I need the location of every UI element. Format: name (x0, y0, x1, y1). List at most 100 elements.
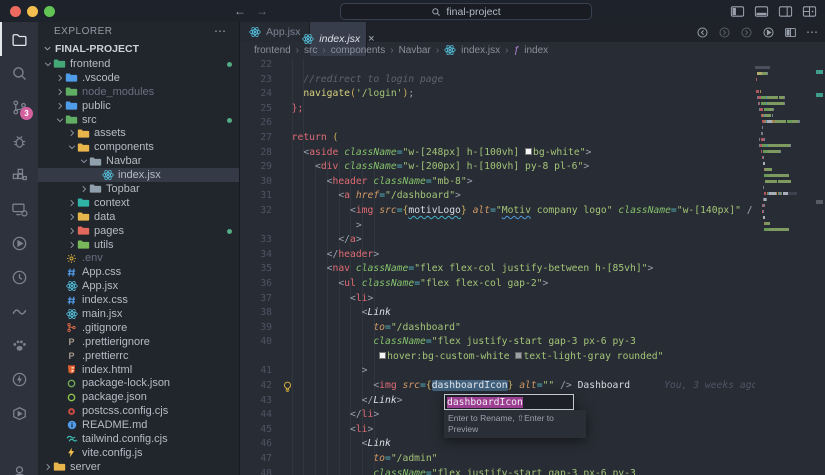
code-line[interactable]: hover:bg-custom-white text-light-gray ro… (240, 350, 825, 365)
line-number[interactable]: 25 (240, 102, 278, 117)
line-number[interactable]: 36 (240, 277, 278, 292)
tree-item-postcss.config.cjs[interactable]: postcss.config.cjs (38, 404, 239, 418)
split-editor-icon[interactable] (784, 26, 797, 39)
tab-App.jsx[interactable]: App.jsx (240, 22, 310, 42)
code-line[interactable]: 29 <div className="w-[200px] h-[100vh] p… (240, 160, 825, 175)
activity-remote-explorer-icon[interactable] (0, 192, 38, 226)
toggle-secondary-sidebar-icon[interactable] (778, 4, 793, 19)
activity-live-preview-icon[interactable] (0, 226, 38, 260)
line-number[interactable]: 39 (240, 321, 278, 336)
project-root-row[interactable]: FINAL-PROJECT (38, 40, 239, 57)
code-line[interactable]: 46 <Link (240, 437, 825, 452)
tree-item-vite.config.js[interactable]: vite.config.js (38, 446, 239, 460)
code-line[interactable]: 33 </a> (240, 233, 825, 248)
tree-item-context[interactable]: context (38, 196, 239, 210)
code-line[interactable]: 35 <nav className="flex flex-col justify… (240, 262, 825, 277)
code-line[interactable]: 40 className="flex justify-start gap-3 p… (240, 335, 825, 350)
code-line[interactable]: 30 <header className="mb-8"> (240, 175, 825, 190)
tree-item-Navbar[interactable]: Navbar (38, 154, 239, 168)
code-line[interactable]: 38 <Link (240, 306, 825, 321)
activity-source-control-icon[interactable]: 3 (0, 90, 38, 124)
line-number[interactable]: 46 (240, 437, 278, 452)
code-line[interactable]: 32 <img src={motivLogo} alt="Motiv compa… (240, 204, 825, 219)
tree-item-frontend[interactable]: frontend (38, 57, 239, 71)
tree-item-package.json[interactable]: package.json (38, 390, 239, 404)
tree-item-.gitignore[interactable]: .gitignore (38, 321, 239, 335)
back-circle-icon[interactable] (696, 26, 709, 39)
tree-item-index.css[interactable]: index.css (38, 293, 239, 307)
lightbulb-icon[interactable] (282, 381, 293, 392)
line-number[interactable] (240, 350, 278, 365)
line-number[interactable]: 38 (240, 306, 278, 321)
tree-item-node_modules[interactable]: node_modules (38, 85, 239, 99)
breadcrumb-item-symbol[interactable]: index (524, 45, 548, 56)
breadcrumb-item-file[interactable]: index.jsx (461, 45, 500, 56)
breadcrumb-item-components[interactable]: components (331, 45, 385, 56)
tree-item-main.jsx[interactable]: main.jsx (38, 307, 239, 321)
line-number[interactable]: 33 (240, 233, 278, 248)
breadcrumb-item-src[interactable]: src (304, 45, 317, 56)
tree-item-public[interactable]: public (38, 99, 239, 113)
activity-explorer-icon[interactable] (0, 22, 38, 56)
code-line[interactable]: 22 (240, 58, 825, 73)
code-line[interactable]: 25 }; (240, 102, 825, 117)
line-number[interactable]: 47 (240, 452, 278, 467)
line-number[interactable]: 42 (240, 379, 278, 394)
activity-gitlens-icon[interactable] (0, 294, 38, 328)
code-line[interactable]: 41 > (240, 364, 825, 379)
tree-item-.prettierrc[interactable]: P.prettierrc (38, 349, 239, 363)
line-number[interactable]: 27 (240, 131, 278, 146)
run-circle-icon[interactable] (762, 26, 775, 39)
code-line[interactable]: 31 <a href="/dashboard"> (240, 189, 825, 204)
line-number[interactable]: 48 (240, 467, 278, 475)
code-line[interactable]: 42 <img src={dashboardIcon} alt="" /> Da… (240, 379, 825, 394)
line-number[interactable]: 43 (240, 394, 278, 409)
line-number[interactable]: 45 (240, 423, 278, 438)
breadcrumb-item-Navbar[interactable]: Navbar (399, 45, 431, 56)
toggle-panel-icon[interactable] (754, 4, 769, 19)
code-line[interactable]: 23 //redirect to login page (240, 73, 825, 88)
forward-circle-2-icon[interactable] (740, 26, 753, 39)
activity-codetogether-icon[interactable] (0, 328, 38, 362)
activity-media-preview-icon[interactable] (0, 396, 38, 430)
activity-timeline-icon[interactable] (0, 260, 38, 294)
tree-item-package-lock.json[interactable]: package-lock.json (38, 376, 239, 390)
line-number[interactable]: 40 (240, 335, 278, 350)
tree-item-index.html[interactable]: index.html (38, 363, 239, 377)
tree-item-.env[interactable]: .env (38, 251, 239, 265)
forward-circle-icon[interactable] (718, 26, 731, 39)
activity-search-icon[interactable] (0, 56, 38, 90)
tree-item-.prettierignore[interactable]: P.prettierignore (38, 335, 239, 349)
line-number[interactable]: 28 (240, 146, 278, 161)
line-number[interactable]: 30 (240, 175, 278, 190)
history-forward-icon[interactable]: → (256, 4, 268, 18)
tree-item-.vscode[interactable]: .vscode (38, 71, 239, 85)
code-line[interactable]: 26 (240, 116, 825, 131)
close-window-button[interactable] (10, 6, 21, 17)
line-number[interactable]: 24 (240, 87, 278, 102)
tree-item-src[interactable]: src (38, 113, 239, 127)
line-number[interactable]: 37 (240, 292, 278, 307)
tree-item-assets[interactable]: assets (38, 126, 239, 140)
tree-item-Topbar[interactable]: Topbar (38, 182, 239, 196)
minimap[interactable] (755, 58, 809, 475)
customize-layout-icon[interactable] (802, 4, 817, 19)
line-number[interactable]: 41 (240, 364, 278, 379)
code-line[interactable]: 27 return ( (240, 131, 825, 146)
command-center-search[interactable]: final-project (340, 3, 592, 20)
code-line[interactable]: > (240, 219, 825, 234)
minimize-window-button[interactable] (27, 6, 38, 17)
toggle-primary-sidebar-icon[interactable] (730, 4, 745, 19)
line-number[interactable]: 44 (240, 408, 278, 423)
tree-item-index.jsx[interactable]: index.jsx (38, 168, 239, 182)
line-number[interactable]: 23 (240, 73, 278, 88)
line-number[interactable]: 34 (240, 248, 278, 263)
line-number[interactable]: 29 (240, 160, 278, 175)
code-line[interactable]: 37 <li> (240, 292, 825, 307)
line-number[interactable]: 31 (240, 189, 278, 204)
tree-item-README.md[interactable]: README.md (38, 418, 239, 432)
code-line[interactable]: 39 to="/dashboard" (240, 321, 825, 336)
code-line[interactable]: 28 <aside className="w-[248px] h-[100vh]… (240, 146, 825, 161)
explorer-more-actions-icon[interactable]: ⋯ (214, 24, 239, 38)
line-number[interactable]: 32 (240, 204, 278, 219)
